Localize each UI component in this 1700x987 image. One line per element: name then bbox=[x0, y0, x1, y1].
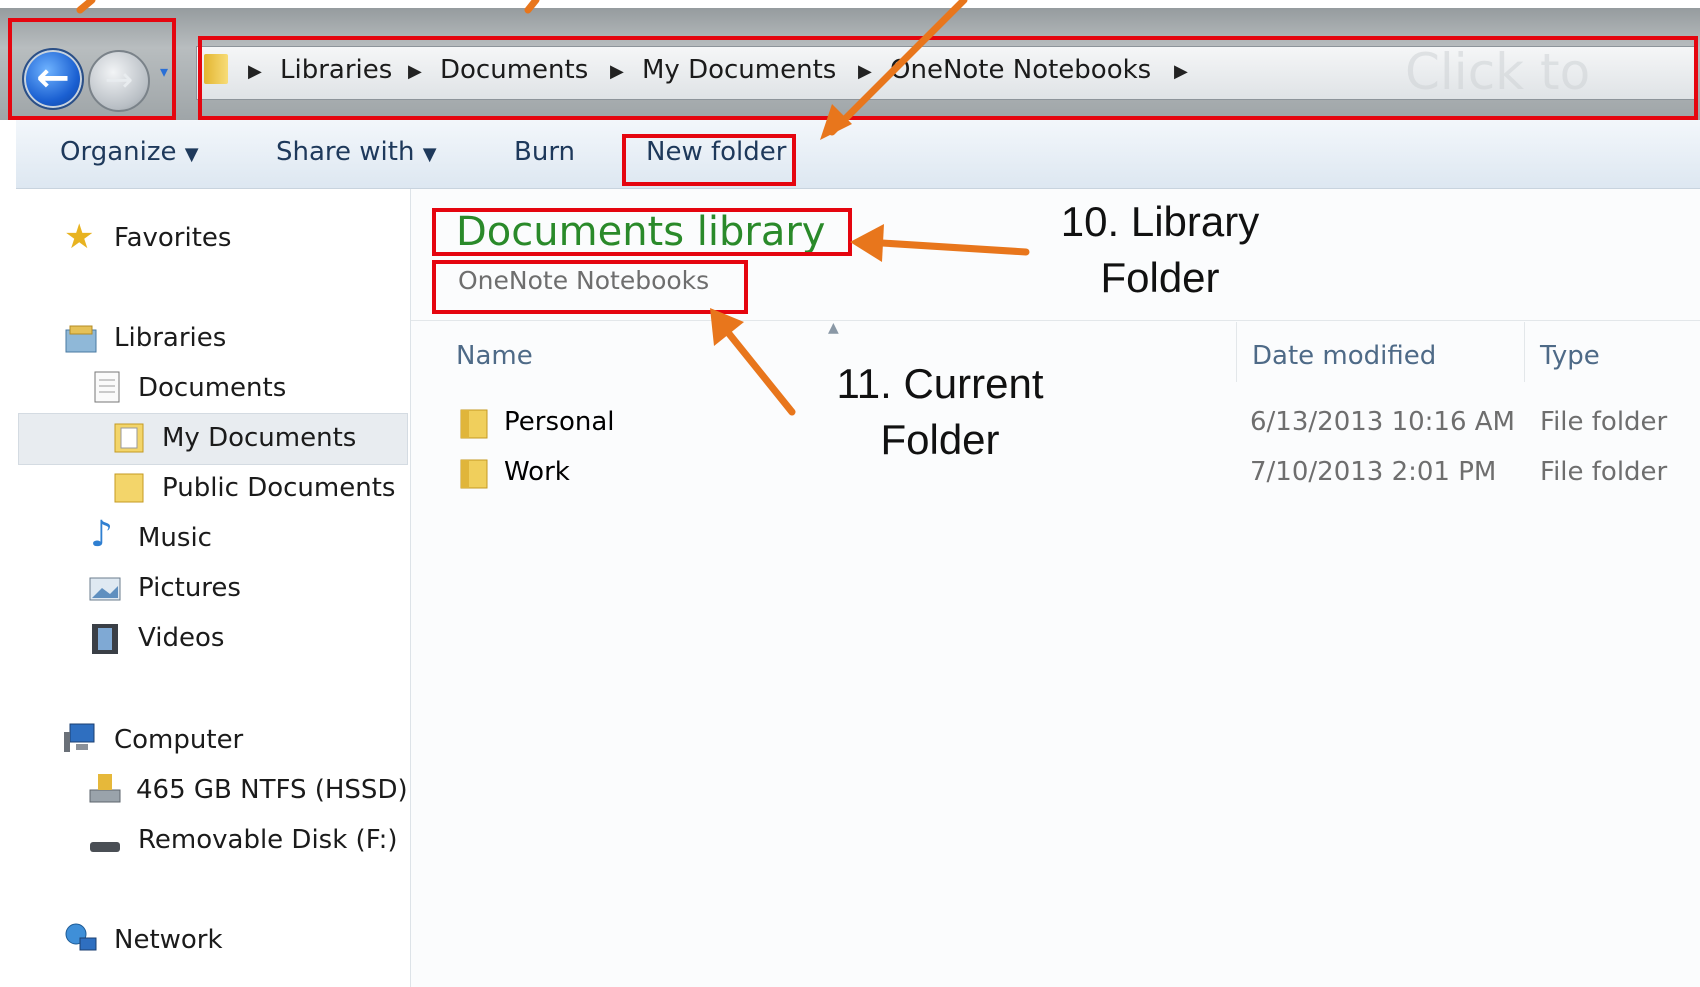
file-date: 7/10/2013 2:01 PM bbox=[1250, 457, 1497, 487]
network-icon bbox=[64, 922, 98, 956]
video-film-icon bbox=[88, 622, 122, 656]
current-folder-highlight bbox=[432, 260, 748, 314]
header-divider bbox=[411, 320, 1700, 321]
annotation-line: Folder bbox=[880, 416, 1000, 463]
star-icon: ★ bbox=[64, 217, 95, 257]
file-name: Personal bbox=[504, 407, 615, 437]
folder-icon bbox=[112, 420, 146, 454]
dropdown-arrow-icon: ▼ bbox=[184, 144, 199, 165]
nav-libraries[interactable]: Libraries bbox=[114, 318, 226, 358]
new-folder-highlight bbox=[622, 134, 796, 186]
annotation-library-folder: 10. Library Folder bbox=[1000, 194, 1320, 306]
nav-pictures[interactable]: Pictures bbox=[138, 568, 241, 608]
column-header-date-modified[interactable]: Date modified bbox=[1252, 336, 1436, 376]
organize-menu[interactable]: Organize ▼ bbox=[60, 132, 199, 172]
nav-hssd-drive[interactable]: 465 GB NTFS (HSSD) ( bbox=[136, 770, 426, 810]
nav-favorites[interactable]: Favorites bbox=[114, 218, 231, 258]
music-note-icon: ♪ bbox=[90, 514, 113, 555]
file-date: 6/13/2013 10:16 AM bbox=[1250, 407, 1515, 437]
folder-icon bbox=[112, 470, 146, 504]
column-header-type[interactable]: Type bbox=[1540, 336, 1600, 376]
computer-icon bbox=[64, 722, 98, 756]
nav-buttons-highlight bbox=[8, 18, 176, 120]
removable-disk-icon bbox=[88, 824, 122, 858]
annotation-current-folder: 11. Current Folder bbox=[790, 356, 1090, 468]
nav-documents[interactable]: Documents bbox=[138, 368, 286, 408]
libraries-icon bbox=[64, 322, 98, 356]
share-with-label: Share with bbox=[276, 137, 415, 167]
library-title-highlight bbox=[432, 208, 852, 256]
command-bar bbox=[16, 120, 1700, 189]
file-type: File folder bbox=[1540, 407, 1668, 437]
organize-label: Organize bbox=[60, 137, 177, 167]
pictures-icon bbox=[88, 572, 122, 606]
column-header-name[interactable]: Name bbox=[456, 336, 533, 376]
file-name: Work bbox=[504, 457, 570, 487]
file-type: File folder bbox=[1540, 457, 1668, 487]
annotation-line: 10. Library bbox=[1060, 198, 1260, 245]
nav-network[interactable]: Network bbox=[114, 920, 223, 960]
nav-removable-disk[interactable]: Removable Disk (F:) bbox=[138, 820, 398, 860]
annotation-line: 11. Current bbox=[836, 360, 1044, 407]
annotation-line: Folder bbox=[1100, 254, 1220, 301]
dropdown-arrow-icon: ▼ bbox=[422, 144, 437, 165]
hard-drive-icon bbox=[88, 772, 122, 806]
document-icon bbox=[90, 370, 124, 404]
folder-icon bbox=[458, 406, 492, 440]
folder-icon bbox=[458, 456, 492, 490]
column-separator[interactable] bbox=[1236, 322, 1237, 382]
address-bar-highlight bbox=[198, 36, 1698, 120]
nav-computer[interactable]: Computer bbox=[114, 720, 243, 760]
sort-up-icon: ▲ bbox=[828, 320, 839, 336]
share-with-menu[interactable]: Share with ▼ bbox=[276, 132, 437, 172]
column-separator[interactable] bbox=[1524, 322, 1525, 382]
nav-public-documents[interactable]: Public Documents bbox=[162, 468, 395, 508]
nav-my-documents[interactable]: My Documents bbox=[162, 418, 356, 458]
top-edge bbox=[0, 0, 1700, 8]
nav-videos[interactable]: Videos bbox=[138, 618, 224, 658]
burn-button[interactable]: Burn bbox=[514, 132, 575, 172]
nav-music[interactable]: Music bbox=[138, 518, 212, 558]
